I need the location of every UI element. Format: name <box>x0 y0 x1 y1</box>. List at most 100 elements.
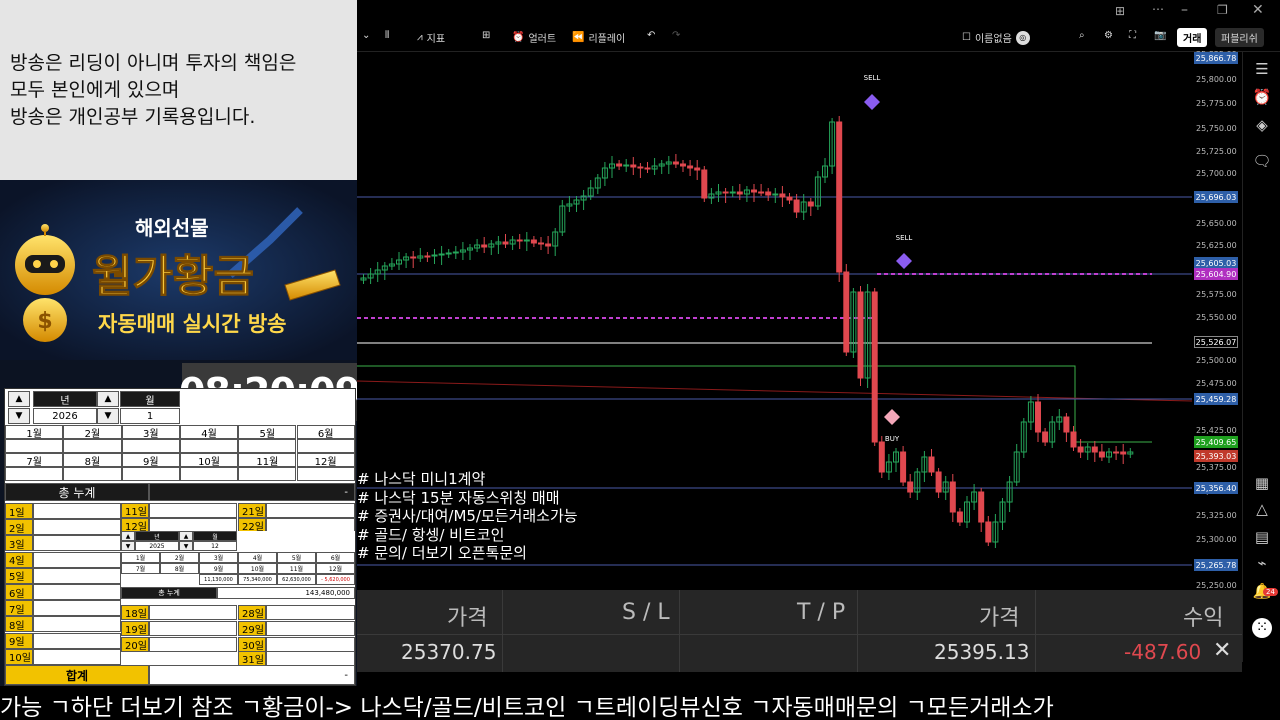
ideas-icon[interactable]: △ <box>1252 500 1272 520</box>
month-value[interactable]: 1 <box>120 408 180 424</box>
layout-icon[interactable]: ⊞ <box>1115 4 1125 18</box>
candles-icon[interactable]: ⫴ <box>385 30 389 41</box>
y-tick-label: 25,425.00 <box>1196 426 1237 435</box>
inner-month-cell: 2월 <box>160 552 199 563</box>
hashtag-line: # 나스닥 15분 자동스위칭 매매 <box>357 488 560 507</box>
candle-body <box>736 191 743 195</box>
settings-icon[interactable]: ⚙ <box>1104 30 1113 41</box>
month-cell[interactable]: 1월 <box>5 425 64 440</box>
templates-icon[interactable]: ⊞ <box>482 30 490 41</box>
layout-name-button[interactable]: ☐ 이름없음 ◎ <box>962 30 1030 45</box>
year-up-button[interactable]: ▲ <box>8 391 30 407</box>
more-icon[interactable]: ⋯ <box>1152 2 1164 16</box>
signal-label: SELL <box>896 234 913 242</box>
candle-body <box>722 191 729 194</box>
day-value <box>33 567 121 584</box>
profit-ledger: ▲ ▼ 년 2026 ▲ ▼ 월 1 1월 2월 3월 4월 5월 6월 7월 8월 9월 10… <box>4 388 356 686</box>
month-up-button[interactable]: ▲ <box>97 391 119 407</box>
disclaimer-notice: 방송은 리딩이 아니며 투자의 책임은 모두 본인에게 있으며 방송은 개인공부… <box>0 0 357 180</box>
right-sidebar: ☰ ⏰ ◈ 🗨 ▦ △ ▤ ⌁ 🔔 24 ⁙ <box>1242 52 1280 662</box>
signal-label: SELL <box>864 74 881 82</box>
month-cell[interactable]: 9월 <box>121 453 180 468</box>
month-cell[interactable]: 8월 <box>63 453 122 468</box>
month-cell[interactable]: 10월 <box>179 453 239 468</box>
disclaimer-line: 모두 본인에게 있으며 <box>10 79 180 101</box>
day-label: 30일 <box>238 637 266 652</box>
calendar-icon[interactable]: ▦ <box>1252 474 1272 494</box>
inner-year-label: 년 <box>135 531 179 541</box>
close-position-icon[interactable]: ✕ <box>1213 638 1231 663</box>
chat-icon[interactable]: 🗨 <box>1252 152 1272 172</box>
price-axis[interactable]: 25,825.0025,800.0025,775.0025,750.0025,7… <box>1192 50 1242 590</box>
inner-month-down-button[interactable]: ▼ <box>179 541 193 551</box>
maximize-icon[interactable]: ❐ <box>1217 3 1228 17</box>
candle-body <box>530 239 537 244</box>
price-tag: 25,393.03 <box>1194 450 1238 462</box>
camera-icon[interactable]: 📷 <box>1154 30 1166 41</box>
alert-button[interactable]: ⏰ 얼러트 <box>512 30 556 45</box>
y-tick-label: 25,700.00 <box>1196 169 1237 178</box>
candle-body <box>807 201 814 207</box>
month-value-cell <box>179 439 239 453</box>
calculator-icon[interactable]: ▤ <box>1252 528 1272 548</box>
inner-month-up-button[interactable]: ▲ <box>179 531 193 541</box>
chevron-down-icon[interactable]: ⌄ <box>362 30 370 41</box>
month-cell[interactable]: 11월 <box>238 453 297 468</box>
candle-body <box>779 193 786 198</box>
candle-body <box>843 271 850 353</box>
layers-icon[interactable]: ◈ <box>1252 116 1272 136</box>
candle-body <box>445 252 452 255</box>
day-value <box>33 551 121 568</box>
undo-icon[interactable]: ↶ <box>647 30 655 41</box>
month-cell[interactable]: 6월 <box>296 425 355 440</box>
candle-body <box>935 471 942 493</box>
day-label: 8일 <box>5 616 33 633</box>
month-value-cell <box>121 439 180 453</box>
trade-button[interactable]: 거래 <box>1177 28 1208 47</box>
day-label: 1일 <box>5 503 33 519</box>
close-window-icon[interactable]: ✕ <box>1252 2 1264 18</box>
entry-price-value: 25370.75 <box>401 640 497 664</box>
alarm-clock-icon[interactable]: ⏰ <box>1252 88 1272 108</box>
price-tag: 25,604.90 <box>1194 268 1238 280</box>
apps-grid-icon[interactable]: ⁙ <box>1252 618 1272 638</box>
price-tag: 25,409.65 <box>1194 436 1238 448</box>
current-price-header: 가격 <box>979 606 1020 631</box>
month-down-button[interactable]: ▼ <box>97 408 119 424</box>
inner-month-cell: 7월 <box>121 563 160 574</box>
inner-month-cell: 10월 <box>238 563 277 574</box>
search-icon[interactable]: ⌕ <box>1079 30 1085 41</box>
month-cell[interactable]: 5월 <box>238 425 297 440</box>
signal-marker-icon <box>896 253 912 269</box>
month-cell[interactable]: 3월 <box>121 425 180 440</box>
replay-button[interactable]: ⏪ 리플레이 <box>572 30 625 45</box>
fullscreen-icon[interactable]: ⛶ <box>1129 30 1136 41</box>
day-label: 10일 <box>5 648 33 665</box>
month-cell[interactable]: 2월 <box>63 425 122 440</box>
month-cell[interactable]: 4월 <box>179 425 239 440</box>
indicator-button[interactable]: ⩘ 지표 <box>417 30 445 45</box>
month-value-cell <box>121 467 180 481</box>
year-down-button[interactable]: ▼ <box>8 408 30 424</box>
redo-icon[interactable]: ↷ <box>672 30 680 41</box>
month-cell[interactable]: 7월 <box>5 453 64 468</box>
watchlist-icon[interactable]: ☰ <box>1252 60 1272 80</box>
year-value[interactable]: 2026 <box>33 408 97 424</box>
day-label: 21일 <box>238 503 266 518</box>
profit-header: 수익 <box>1183 606 1224 631</box>
candle-body <box>765 191 772 196</box>
inner-year-down-button[interactable]: ▼ <box>121 541 135 551</box>
inner-year-up-button[interactable]: ▲ <box>121 531 135 541</box>
publish-button[interactable]: 퍼블리쉬 <box>1215 28 1264 47</box>
candle-body <box>793 199 800 213</box>
candle-body <box>758 191 765 194</box>
inner-value-cell: 11,130,000 <box>199 574 238 585</box>
pulse-icon[interactable]: ⌁ <box>1252 554 1272 574</box>
day-value <box>33 616 121 633</box>
minimize-icon[interactable]: – <box>1181 2 1188 18</box>
disclaimer-line: 방송은 리딩이 아니며 투자의 책임은 <box>10 52 297 74</box>
day-value <box>33 600 121 617</box>
inner-month-cell: 6월 <box>316 552 355 563</box>
signal-marker-icon <box>864 94 880 110</box>
month-cell[interactable]: 12월 <box>296 453 355 468</box>
